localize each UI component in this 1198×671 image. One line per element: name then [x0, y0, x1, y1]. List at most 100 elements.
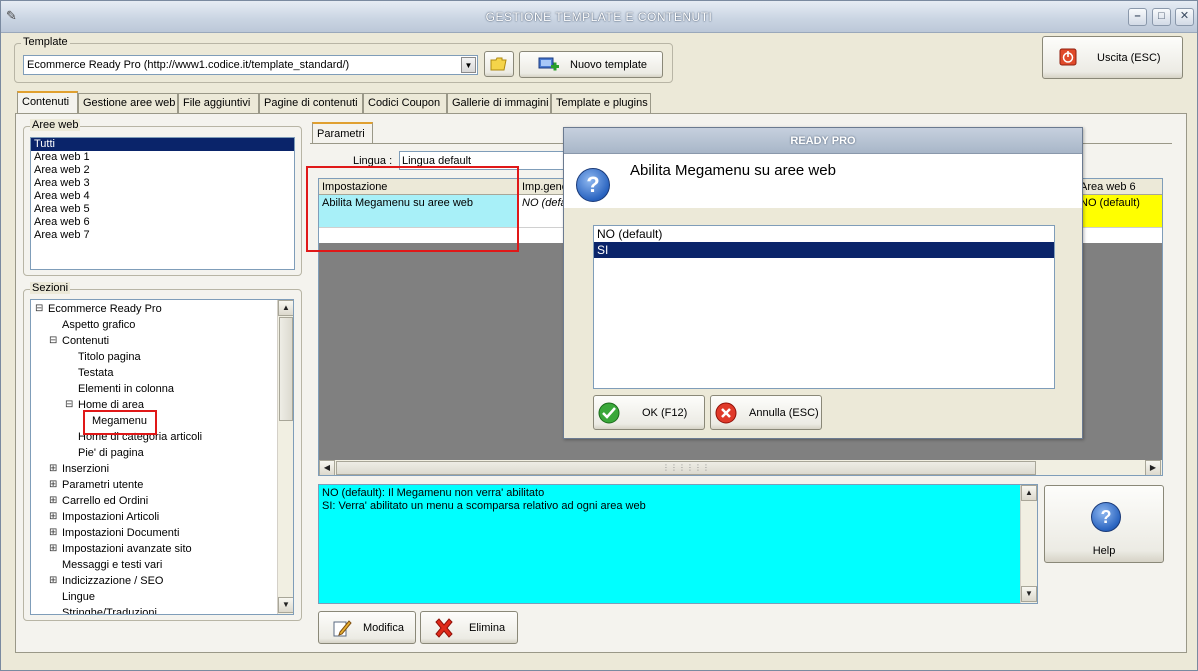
description-line-1: NO (default): Il Megamenu non verra' abi… [322, 487, 545, 499]
tree-item[interactable]: Messaggi e testi vari [62, 558, 162, 572]
collapse-icon[interactable]: ⊟ [65, 398, 73, 412]
question-icon: ? [576, 168, 610, 202]
dialog-heading: Abilita Megamenu su aree web [630, 162, 836, 179]
tree-item[interactable]: Pie' di pagina [78, 446, 144, 460]
window-title: GESTIONE TEMPLATE E CONTENUTI [485, 10, 713, 24]
close-button[interactable]: ✕ [1175, 8, 1194, 26]
main-window: ✎ GESTIONE TEMPLATE E CONTENUTI – □ ✕ Te… [0, 0, 1198, 671]
h-scroll-thumb[interactable]: ⋮⋮⋮⋮⋮⋮ [336, 461, 1036, 475]
list-item[interactable]: Area web 2 [31, 164, 294, 177]
tree-item[interactable]: ⊞ Impostazioni avanzate sito [49, 542, 192, 556]
cancel-label: Annulla (ESC) [749, 406, 819, 419]
folder-icon [490, 57, 507, 71]
exit-label: Uscita (ESC) [1097, 51, 1161, 64]
tree-item[interactable]: ⊞ Carrello ed Ordini [49, 494, 148, 508]
sezioni-label: Sezioni [30, 282, 71, 294]
annotation-box-megamenu [83, 410, 157, 435]
tree-item[interactable]: Elementi in colonna [78, 382, 174, 396]
tree-item[interactable]: ⊞ Impostazioni Documenti [49, 526, 179, 540]
dialog-header: ? Abilita Megamenu su aree web [564, 154, 1082, 208]
exit-button[interactable]: Uscita (ESC) [1042, 36, 1183, 79]
tab-gallerie-di-immagini[interactable]: Gallerie di immagini [447, 93, 551, 113]
collapse-icon[interactable]: ⊟ [49, 334, 57, 348]
column-header-area-web-6[interactable]: Area web 6 [1077, 179, 1162, 195]
tab-contenuti[interactable]: Contenuti [17, 91, 78, 114]
tab-file-aggiuntivi[interactable]: File aggiuntivi [178, 93, 259, 113]
expand-icon[interactable]: ⊞ [49, 526, 57, 540]
tab-template-e-plugins[interactable]: Template e plugins [551, 93, 651, 113]
list-item[interactable]: Area web 1 [31, 151, 294, 164]
delete-icon [435, 618, 453, 638]
list-item[interactable]: Area web 4 [31, 190, 294, 203]
modifica-button[interactable]: Modifica [318, 611, 416, 644]
list-item[interactable]: Tutti [31, 138, 294, 151]
tree-item[interactable]: ⊞ Impostazioni Articoli [49, 510, 159, 524]
expand-icon[interactable]: ⊞ [49, 542, 57, 556]
tree-item[interactable]: ⊞ Indicizzazione / SEO [49, 574, 164, 588]
chevron-down-icon[interactable]: ▼ [461, 57, 476, 73]
help-icon: ? [1091, 502, 1121, 532]
tab-pagine-di-contenuti[interactable]: Pagine di contenuti [259, 93, 363, 113]
tree-item[interactable]: Aspetto grafico [62, 318, 135, 332]
scroll-down-icon[interactable]: ▼ [1021, 586, 1037, 602]
cell-area-web-6[interactable]: NO (default) [1077, 195, 1162, 227]
scroll-thumb[interactable] [279, 317, 293, 421]
help-button[interactable]: ? Help [1044, 485, 1164, 563]
template-select-value: Ecommerce Ready Pro (http://www1.codice.… [27, 59, 350, 71]
tab-parametri[interactable]: Parametri [312, 122, 373, 144]
elimina-label: Elimina [469, 621, 506, 634]
tree-item[interactable]: Lingue [62, 590, 95, 604]
sezioni-tree[interactable]: ⊟ Ecommerce Ready Pro Aspetto grafico ⊟ Co… [30, 299, 294, 615]
option-item-si[interactable]: SI [594, 242, 1054, 258]
tab-gestione-aree-web[interactable]: Gestione aree web [78, 93, 178, 113]
scroll-down-icon[interactable]: ▼ [278, 597, 293, 613]
expand-icon[interactable]: ⊞ [49, 478, 57, 492]
description-memo[interactable]: NO (default): Il Megamenu non verra' abi… [318, 484, 1038, 604]
maximize-button[interactable]: □ [1152, 8, 1171, 26]
expand-icon[interactable]: ⊞ [49, 510, 57, 524]
elimina-button[interactable]: Elimina [420, 611, 518, 644]
annotation-box-setting [306, 166, 519, 252]
memo-scrollbar[interactable]: ▲ ▼ [1020, 485, 1037, 603]
description-line-2: SI: Verra' abilitato un menu a scomparsa… [322, 500, 646, 512]
aree-web-list[interactable]: Tutti Area web 1 Area web 2 Area web 3 A… [30, 137, 295, 270]
tree-item[interactable]: ⊟ Contenuti [49, 334, 109, 348]
option-item-no[interactable]: NO (default) [594, 226, 1054, 242]
tree-item[interactable]: Titolo pagina [78, 350, 141, 364]
expand-icon[interactable]: ⊞ [49, 574, 57, 588]
list-item[interactable]: Area web 3 [31, 177, 294, 190]
open-folder-button[interactable] [484, 51, 514, 77]
tree-item[interactable]: Testata [78, 366, 113, 380]
list-item[interactable]: Area web 5 [31, 203, 294, 216]
sezioni-scrollbar[interactable]: ▲ ▼ [277, 300, 293, 614]
minimize-button[interactable]: – [1128, 8, 1147, 26]
dialog-title: READY PRO [564, 128, 1082, 154]
list-item[interactable]: Area web 6 [31, 216, 294, 229]
new-template-label: Nuovo template [570, 58, 648, 71]
list-item[interactable]: Area web 7 [31, 229, 294, 242]
tree-item[interactable]: ⊞ Inserzioni [49, 462, 109, 476]
dialog-options-list[interactable]: NO (default) SI [593, 225, 1055, 389]
expand-icon[interactable]: ⊞ [49, 494, 57, 508]
aree-web-label: Aree web [30, 119, 81, 131]
modifica-label: Modifica [363, 621, 404, 634]
new-template-button[interactable]: Nuovo template [519, 51, 663, 78]
add-template-icon [538, 57, 559, 71]
tab-codici-coupon[interactable]: Codici Coupon [363, 93, 447, 113]
grid-hscrollbar[interactable]: ◀ ⋮⋮⋮⋮⋮⋮ ▶ [319, 460, 1162, 475]
expand-icon[interactable]: ⊞ [49, 462, 57, 476]
scroll-up-icon[interactable]: ▲ [1021, 485, 1037, 501]
scroll-left-icon[interactable]: ◀ [319, 460, 335, 475]
check-icon [598, 402, 620, 424]
power-icon [1059, 48, 1077, 66]
edit-icon [333, 620, 352, 637]
ok-button[interactable]: OK (F12) [593, 395, 705, 430]
tree-item[interactable]: ⊟ Ecommerce Ready Pro [35, 302, 162, 316]
template-select[interactable]: Ecommerce Ready Pro (http://www1.codice.… [23, 55, 478, 75]
cancel-button[interactable]: Annulla (ESC) [710, 395, 822, 430]
scroll-right-icon[interactable]: ▶ [1145, 460, 1161, 475]
scroll-up-icon[interactable]: ▲ [278, 300, 293, 316]
tree-item[interactable]: Stringhe/Traduzioni [62, 606, 157, 614]
collapse-icon[interactable]: ⊟ [35, 302, 43, 316]
tree-item[interactable]: ⊞ Parametri utente [49, 478, 143, 492]
